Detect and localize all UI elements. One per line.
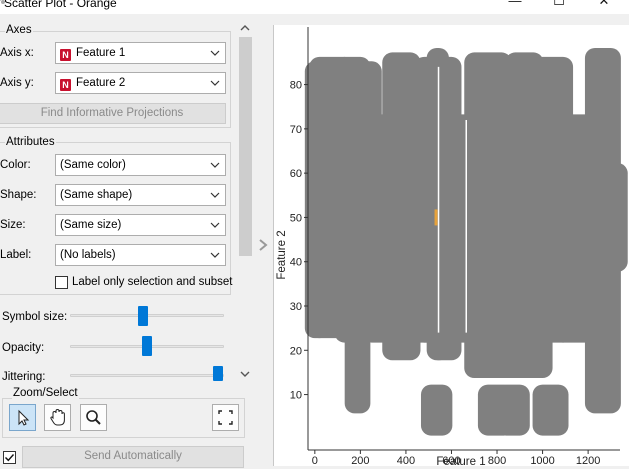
find-informative-projections-button[interactable]: Find Informative Projections bbox=[0, 103, 226, 124]
data-point-cluster bbox=[420, 384, 453, 436]
jittering-slider-track[interactable] bbox=[70, 374, 224, 377]
numeric-variable-icon: N bbox=[60, 79, 71, 91]
x-axis-title: Feature 1 bbox=[436, 456, 485, 466]
zoom-select-box bbox=[2, 398, 245, 438]
collapse-panel-chevron-icon[interactable] bbox=[257, 238, 269, 252]
select-arrow-icon bbox=[18, 409, 30, 426]
maximize-icon[interactable]: ☐ bbox=[552, 0, 566, 8]
y-tick-label: 40 bbox=[290, 257, 302, 269]
axis-y-value: Feature 2 bbox=[76, 77, 126, 89]
reset-zoom-button[interactable] bbox=[212, 404, 239, 431]
y-axis-title: Feature 2 bbox=[276, 230, 288, 279]
jittering-slider-handle[interactable] bbox=[213, 366, 223, 381]
size-label: Size: bbox=[0, 219, 26, 231]
highlighted-data-point bbox=[434, 209, 438, 226]
shape-value: (Same shape) bbox=[60, 189, 133, 201]
chevron-down-icon bbox=[210, 222, 220, 228]
axis-x-value: Feature 1 bbox=[76, 47, 126, 59]
y-tick-label: 80 bbox=[290, 80, 302, 92]
data-point-cluster bbox=[532, 384, 569, 436]
numeric-variable-icon: N bbox=[60, 49, 71, 61]
label-only-selection-label: Label only selection and subset bbox=[72, 276, 233, 288]
attributes-box-title: Attributes bbox=[5, 136, 56, 148]
axis-y-combo[interactable]: N Feature 2 bbox=[55, 72, 226, 94]
zoom-magnifier-icon bbox=[86, 410, 101, 425]
color-label: Color: bbox=[0, 159, 31, 171]
y-tick-label: 30 bbox=[290, 301, 302, 313]
zoom-tool-button[interactable] bbox=[80, 404, 107, 431]
x-tick-label: 1200 bbox=[576, 455, 600, 466]
label-label: Label: bbox=[0, 249, 32, 261]
jittering-label: Jittering: bbox=[2, 371, 46, 383]
send-automatically-button[interactable]: Send Automatically bbox=[22, 446, 244, 468]
title-bar: Scatter Plot - Orange — ☐ ✕ bbox=[0, 0, 629, 14]
window-title: Scatter Plot - Orange bbox=[4, 0, 117, 10]
x-tick-label: 800 bbox=[488, 455, 506, 466]
color-combo[interactable]: (Same color) bbox=[55, 154, 226, 176]
label-only-selection-checkbox[interactable] bbox=[55, 276, 68, 289]
chevron-down-icon bbox=[210, 50, 220, 56]
minimize-icon[interactable]: — bbox=[508, 0, 522, 8]
y-tick-label: 20 bbox=[290, 345, 302, 357]
chevron-down-icon bbox=[210, 80, 220, 86]
symbol-size-label: Symbol size: bbox=[2, 311, 68, 323]
y-tick-label: 10 bbox=[290, 390, 302, 402]
opacity-slider-handle[interactable] bbox=[142, 336, 152, 356]
shape-combo[interactable]: (Same shape) bbox=[55, 184, 226, 206]
label-combo[interactable]: (No labels) bbox=[55, 244, 226, 266]
send-automatically-checkbox[interactable] bbox=[3, 451, 16, 464]
x-tick-label: 200 bbox=[351, 455, 369, 466]
scroll-down-icon[interactable] bbox=[240, 370, 250, 378]
y-tick-label: 70 bbox=[290, 124, 302, 136]
pan-tool-button[interactable] bbox=[44, 404, 71, 431]
data-point-cluster bbox=[496, 384, 530, 436]
data-point-band bbox=[600, 163, 628, 272]
size-value: (Same size) bbox=[60, 219, 122, 231]
plot-area[interactable]: 0 200 400 600 800 1000 1200 10 20 30 40 50 60 70 80 Fea… bbox=[273, 25, 629, 468]
opacity-label: Opacity: bbox=[2, 342, 45, 354]
axis-y-label: Axis y: bbox=[0, 77, 34, 89]
control-panel-scrollbar-thumb[interactable] bbox=[239, 37, 252, 256]
reset-zoom-icon bbox=[218, 410, 233, 425]
select-tool-button[interactable] bbox=[9, 404, 36, 431]
x-tick-label: 0 bbox=[312, 455, 318, 466]
y-tick-label: 50 bbox=[290, 212, 302, 224]
zoom-select-title: Zoom/Select bbox=[12, 387, 79, 399]
x-tick-label: 400 bbox=[397, 455, 415, 466]
x-tick-label: 1000 bbox=[530, 455, 554, 466]
size-combo[interactable]: (Same size) bbox=[55, 214, 226, 236]
symbol-size-slider-handle[interactable] bbox=[138, 306, 148, 326]
axes-box-title: Axes bbox=[5, 24, 33, 36]
y-tick-label: 60 bbox=[290, 168, 302, 180]
checkmark-icon bbox=[5, 454, 15, 462]
axis-x-label: Axis x: bbox=[0, 47, 34, 59]
close-icon[interactable]: ✕ bbox=[597, 0, 611, 8]
chevron-down-icon bbox=[210, 192, 220, 198]
shape-label: Shape: bbox=[0, 189, 37, 201]
chevron-down-icon bbox=[210, 162, 220, 168]
label-value: (No labels) bbox=[60, 249, 116, 261]
scatter-plot[interactable]: 0 200 400 600 800 1000 12001020304050607080Fea… bbox=[274, 25, 629, 468]
axis-x-combo[interactable]: N Feature 1 bbox=[55, 42, 226, 64]
pan-hand-icon bbox=[50, 408, 65, 426]
scroll-up-icon[interactable] bbox=[240, 24, 250, 32]
color-value: (Same color) bbox=[60, 159, 126, 171]
chevron-down-icon bbox=[210, 252, 220, 258]
